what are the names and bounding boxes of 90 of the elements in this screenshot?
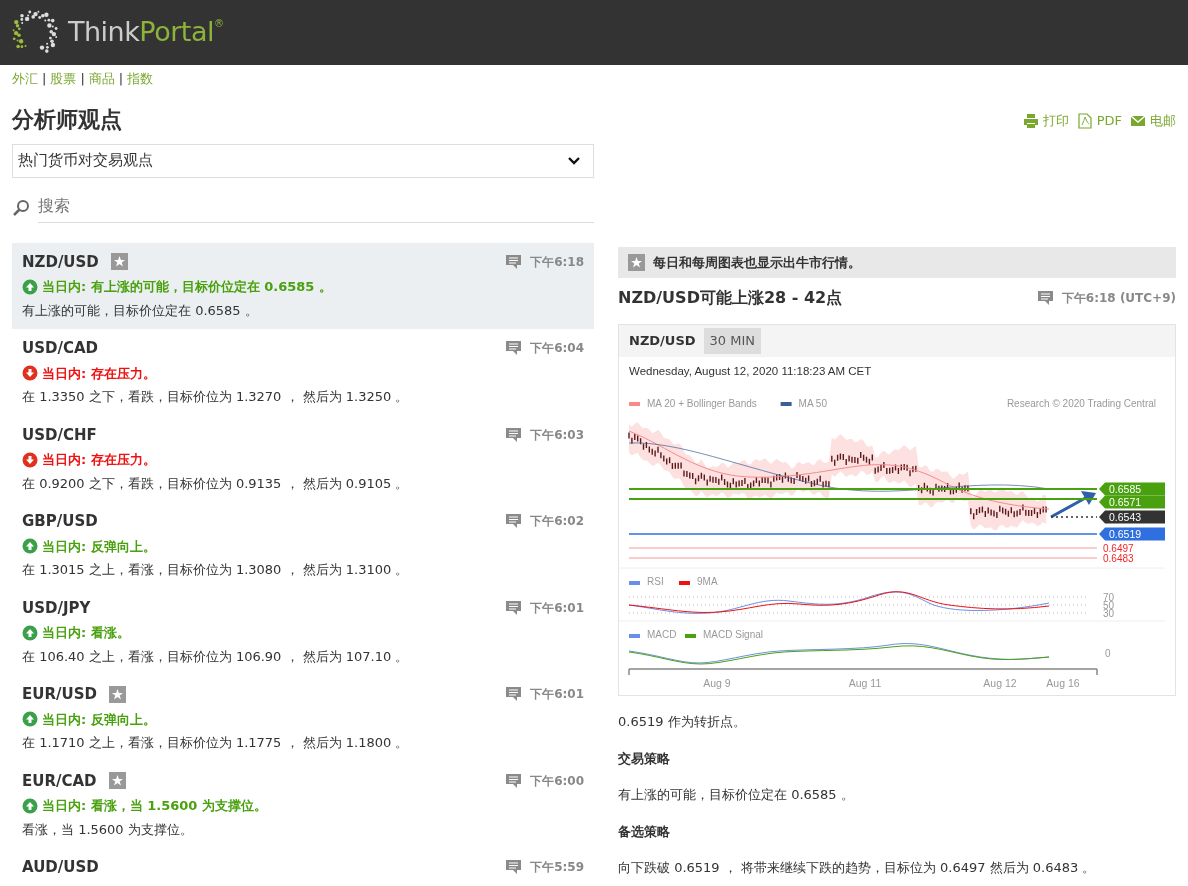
idea-summary: 在 1.3015 之上，看涨，目标价位为 1.3080 ， 然后为 1.3100 。	[22, 561, 410, 579]
axis-label: Aug 9	[703, 677, 731, 689]
comment-icon	[505, 426, 523, 443]
timestamp: 下午6:03	[530, 426, 584, 444]
pair-name: USD/JPY	[22, 597, 91, 619]
idea-headline: 当日内: 看涨。	[42, 624, 130, 642]
legend-label: MACD Signal	[703, 629, 764, 640]
idea-summary: 看涨，当 1.5600 为支撑位。	[22, 820, 194, 839]
list-item[interactable]: USD/CAD 下午6:04 当日内: 存在压力。 在 1.3350 之下，看跌，目标价位为 1.3270 ， 然后为 1.3250 。	[12, 329, 594, 416]
idea-summary: 在 0.9200 之下，看跌，目标价位为 0.9135 ， 然后为 0.9105 。	[22, 474, 410, 493]
article-title: NZD/USD可能上涨28 - 42点	[618, 287, 843, 309]
star-icon	[628, 253, 645, 271]
pair-name: EUR/USD	[22, 684, 97, 705]
chevron-down-icon	[567, 155, 581, 166]
section-heading: 交易策略	[618, 749, 671, 768]
idea-summary: 在 1.1710 之上，看涨，目标价位为 1.1775 ， 然后为 1.1800 。	[22, 734, 410, 752]
timestamp: 下午6:18 (UTC+9)	[1061, 290, 1176, 307]
idea-summary: 有上涨的可能，目标价位定在 0.6585 。	[22, 301, 259, 320]
axis-label: Aug 16	[1046, 677, 1080, 689]
legend-label: MACD	[647, 629, 677, 640]
pivot-text: 0.6519 作为转折点。	[618, 713, 747, 731]
timestamp: 下午6:04	[530, 340, 584, 358]
idea-headline: 当日内: 反弹向上。	[42, 710, 156, 729]
printer-icon	[1022, 112, 1039, 129]
level-line	[1050, 516, 1098, 518]
list-item[interactable]: USD/CHF 下午6:03 当日内: 存在压力。 在 0.9200 之下，看跌，目标价位为 0.9135 ， 然后为 0.9105 。	[12, 415, 594, 502]
timeframe-badge[interactable]: 30 MIN	[703, 328, 761, 354]
timestamp: 下午6:18	[530, 253, 584, 271]
list-item[interactable]: EUR/CAD 下午6:00 当日内: 看涨，当 1.5600 为支撑位。 看涨，当 1.5600 为支撑位。	[12, 761, 594, 848]
separator: |	[42, 70, 47, 88]
chart-credit: Research © 2020 Trading Central	[1006, 398, 1156, 409]
search-icon	[12, 199, 30, 217]
idea-headline: 当日内: 存在压力。	[42, 451, 156, 469]
document-icon	[1076, 112, 1093, 129]
idea-summary: 在 106.40 之上，看涨，目标价位为 106.90 ， 然后为 107.10 。	[22, 647, 410, 666]
timestamp: 下午5:59	[530, 859, 584, 877]
comment-icon	[505, 599, 523, 616]
axis-tick: 50	[1103, 600, 1115, 611]
idea-headline: 当日内: 反弹向上。	[42, 537, 156, 556]
chart-date: Wednesday, August 12, 2020 11:18:23 AM CET	[629, 365, 872, 377]
price-tag: 0.6519	[1099, 527, 1165, 541]
list-item[interactable]: AUD/USD 下午5:59	[12, 848, 594, 879]
legend-label: MA 50	[798, 398, 827, 409]
comment-icon	[505, 686, 523, 703]
pair-name: GBP/USD	[22, 511, 98, 532]
idea-headline: 当日内: 存在压力。	[42, 364, 156, 383]
timestamp: 下午6:02	[530, 513, 584, 531]
legend-label: RSI	[647, 576, 664, 587]
comment-icon	[505, 253, 523, 270]
page-title: 分析师观点	[12, 105, 123, 134]
separator: |	[118, 70, 124, 88]
comment-icon	[1036, 290, 1054, 306]
idea-summary: 在 1.3350 之下，看跌，目标价位为 1.3270 ， 然后为 1.3250 。	[22, 388, 410, 406]
section-text: 向下跌破 0.6519 ， 将带来继续下跌的趋势，目标位为 0.6497 然后为 0.6483 。	[618, 859, 1097, 877]
section-text: 有上涨的可能，目标价位定在 0.6585 。	[618, 786, 855, 804]
comment-icon	[505, 340, 523, 357]
level-label: 0.6483	[1103, 553, 1134, 564]
axis-tick: 0	[1105, 648, 1111, 659]
axis-tick: 70	[1103, 592, 1115, 603]
comment-icon	[505, 859, 523, 876]
pair-name: AUD/USD	[22, 857, 99, 878]
axis-label: Aug 12	[983, 677, 1017, 689]
axis-label: Aug 11	[848, 677, 882, 689]
comment-icon	[505, 513, 523, 530]
dropdown[interactable]: 热门货币对交易观点	[12, 143, 594, 178]
price-tag: 0.6585	[1099, 482, 1165, 496]
chart-pair: NZD/USD	[629, 332, 696, 351]
pair-name: NZD/USD	[22, 251, 99, 273]
axis-tick: 30	[1103, 608, 1115, 619]
pair-name: USD/CAD	[22, 338, 98, 359]
timestamp: 下午6:01	[530, 599, 584, 617]
legend-label: 9MA	[697, 576, 718, 587]
section-heading: 备选策略	[618, 822, 671, 841]
logo-text[interactable]: ThinkPortal®	[68, 12, 224, 53]
separator: |	[80, 70, 85, 88]
banner-text: 每日和每周图表也显示出牛市行情。	[653, 253, 861, 272]
level-label: 0.6497	[1103, 543, 1134, 554]
timestamp: 下午6:01	[530, 686, 584, 704]
comment-icon	[505, 772, 523, 789]
idea-headline: 当日内: 看涨，当 1.5600 为支撑位。	[42, 797, 267, 815]
legend-label: MA 20 + Bollinger Bands	[647, 398, 757, 409]
list-item[interactable]: NZD/USD 下午6:18 当日内: 有上涨的可能，目标价位定在 0.6585 。 有上涨的可能，目标价位定在 0.6585 。	[12, 242, 594, 329]
timestamp: 下午6:00	[530, 772, 584, 790]
list-item[interactable]: USD/JPY 下午6:01 当日内: 看涨。 在 106.40 之上，看涨，目标价位为 106.90 ， 然后为 107.10 。	[12, 588, 594, 675]
pair-name: USD/CHF	[22, 424, 97, 446]
pair-name: EUR/CAD	[22, 770, 97, 792]
list-item[interactable]: EUR/USD 下午6:01 当日内: 反弹向上。 在 1.1710 之上，看涨，目标价位为 1.1775 ， 然后为 1.1800 。	[12, 675, 594, 762]
idea-headline: 当日内: 有上涨的可能，目标价位定在 0.6585 。	[42, 278, 332, 296]
price-tag: 0.6543	[1099, 510, 1165, 524]
list-item[interactable]: GBP/USD 下午6:02 当日内: 反弹向上。 在 1.3015 之上，看涨，目标价位为 1.3080 ， 然后为 1.3100 。	[12, 502, 594, 589]
